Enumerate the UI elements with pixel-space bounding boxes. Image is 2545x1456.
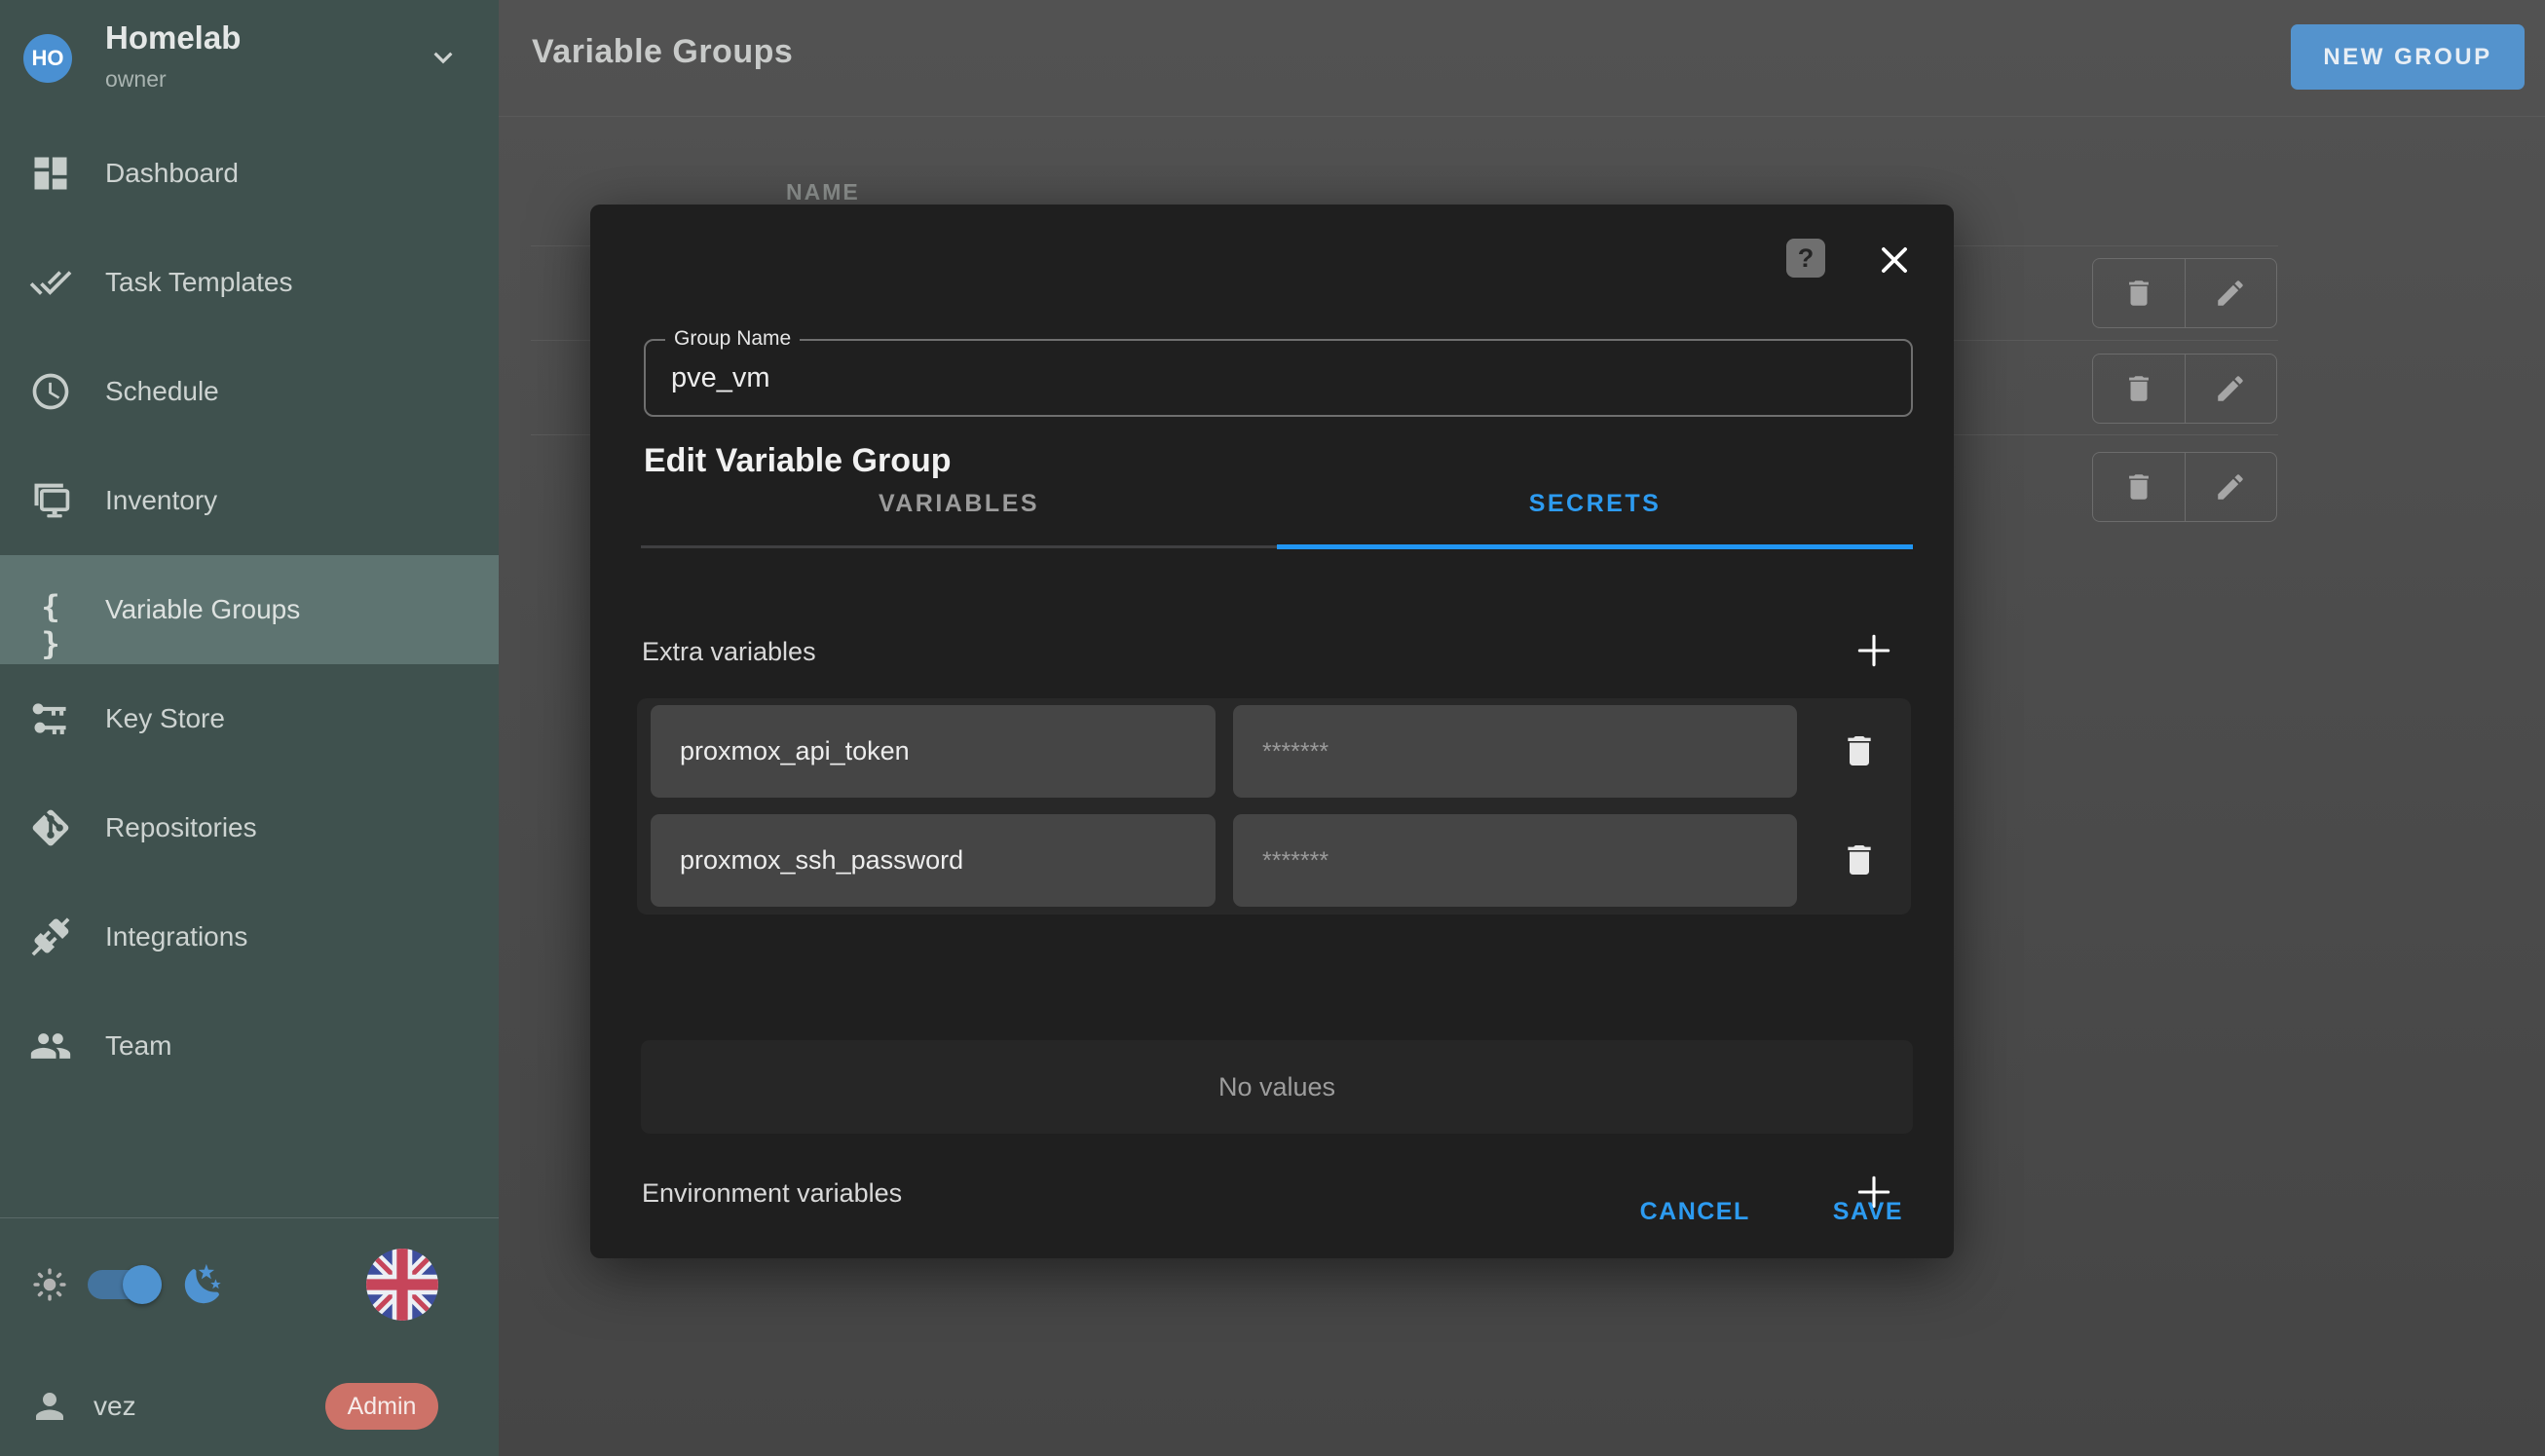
double-check-icon — [29, 261, 72, 304]
admin-role-badge: Admin — [325, 1383, 438, 1430]
help-button[interactable]: ? — [1786, 239, 1825, 278]
tab-secrets[interactable]: SECRETS — [1277, 462, 1913, 545]
sidebar-item-key-store[interactable]: Key Store — [0, 664, 499, 773]
sidebar-footer-divider — [0, 1217, 499, 1218]
keys-icon — [29, 697, 72, 740]
table-row-actions — [2092, 258, 2277, 328]
sidebar-item-label: Integrations — [105, 921, 247, 952]
theme-toggle-thumb[interactable] — [123, 1265, 162, 1304]
environment-empty-state: No values — [641, 1040, 1913, 1134]
sidebar-item-integrations[interactable]: Integrations — [0, 882, 499, 991]
sidebar-item-task-templates[interactable]: Task Templates — [0, 228, 499, 337]
close-icon[interactable] — [1876, 242, 1913, 279]
trash-icon — [2122, 372, 2155, 405]
dialog-tabs: VARIABLES SECRETS — [641, 462, 1913, 545]
sidebar-item-label: Repositories — [105, 812, 257, 843]
page-header: Variable Groups NEW GROUP — [499, 0, 2545, 117]
delete-group-button[interactable] — [2093, 453, 2186, 521]
trash-icon — [2122, 470, 2155, 504]
git-icon — [29, 806, 72, 849]
question-mark-icon: ? — [1798, 243, 1815, 274]
delete-secret-button[interactable] — [1840, 840, 1879, 879]
user-row[interactable]: vez Admin — [29, 1379, 469, 1434]
sidebar-item-label: Variable Groups — [105, 594, 300, 625]
sidebar-menu: Dashboard Task Templates Schedule Invent… — [0, 119, 499, 1101]
language-flag-uk[interactable] — [366, 1249, 438, 1321]
edit-group-button[interactable] — [2186, 259, 2277, 327]
sidebar: HO Homelab owner Dashboard Task Template… — [0, 0, 499, 1456]
group-name-field: Group Name — [644, 339, 1913, 417]
table-row-actions — [2092, 354, 2277, 424]
sidebar-item-team[interactable]: Team — [0, 991, 499, 1101]
add-extra-variable-button[interactable] — [1853, 629, 1895, 672]
dashboard-icon — [29, 152, 72, 195]
edit-group-button[interactable] — [2186, 453, 2277, 521]
secret-name-input[interactable] — [651, 814, 1216, 907]
project-role: owner — [105, 66, 167, 93]
sidebar-item-label: Dashboard — [105, 158, 239, 189]
project-switcher[interactable]: HO Homelab owner — [0, 0, 499, 119]
pencil-icon — [2214, 277, 2247, 310]
table-row-actions — [2092, 452, 2277, 522]
project-avatar: HO — [23, 34, 72, 83]
sidebar-item-label: Task Templates — [105, 267, 292, 298]
sidebar-item-label: Team — [105, 1030, 171, 1062]
edit-group-button[interactable] — [2186, 355, 2277, 423]
tab-variables[interactable]: VARIABLES — [641, 462, 1277, 545]
project-name: Homelab — [105, 19, 241, 56]
delete-group-button[interactable] — [2093, 259, 2186, 327]
sidebar-item-inventory[interactable]: Inventory — [0, 446, 499, 555]
plug-icon — [29, 915, 72, 958]
group-name-input[interactable] — [646, 341, 1911, 415]
sidebar-item-label: Key Store — [105, 703, 225, 734]
project-initials: HO — [32, 46, 64, 71]
theme-row — [29, 1256, 469, 1313]
sidebar-item-variable-groups[interactable]: { } Variable Groups — [0, 555, 499, 664]
moon-stars-icon — [181, 1262, 226, 1307]
save-button[interactable]: SAVE — [1833, 1198, 1903, 1226]
sidebar-item-label: Inventory — [105, 485, 217, 516]
trash-icon — [2122, 277, 2155, 310]
sun-icon — [29, 1264, 70, 1305]
person-icon — [29, 1386, 70, 1427]
cancel-button[interactable]: CANCEL — [1640, 1198, 1750, 1226]
username: vez — [94, 1391, 136, 1422]
sidebar-item-schedule[interactable]: Schedule — [0, 337, 499, 446]
curly-braces-icon: { } — [29, 588, 72, 631]
tab-track — [641, 545, 1277, 548]
delete-secret-button[interactable] — [1840, 731, 1879, 770]
clock-icon — [29, 370, 72, 413]
pencil-icon — [2214, 470, 2247, 504]
sidebar-item-label: Schedule — [105, 376, 219, 407]
no-values-text: No values — [1218, 1072, 1335, 1102]
column-header-name: NAME — [786, 179, 860, 205]
sidebar-item-repositories[interactable]: Repositories — [0, 773, 499, 882]
secret-value-input[interactable] — [1233, 705, 1797, 798]
secret-name-input[interactable] — [651, 705, 1216, 798]
environment-variables-label: Environment variables — [642, 1178, 902, 1209]
chevron-down-icon — [425, 39, 462, 76]
page-title: Variable Groups — [532, 33, 793, 71]
sidebar-item-dashboard[interactable]: Dashboard — [0, 119, 499, 228]
secret-value-input[interactable] — [1233, 814, 1797, 907]
theme-toggle[interactable] — [88, 1270, 162, 1299]
new-group-button[interactable]: NEW GROUP — [2291, 24, 2525, 90]
people-icon — [29, 1025, 72, 1067]
dialog-actions: CANCEL SAVE — [1640, 1190, 1903, 1233]
delete-group-button[interactable] — [2093, 355, 2186, 423]
monitor-icon — [29, 479, 72, 522]
active-tab-indicator — [1277, 544, 1913, 549]
extra-variables-label: Extra variables — [642, 637, 816, 667]
pencil-icon — [2214, 372, 2247, 405]
edit-variable-group-dialog: Edit Variable Group ? Group Name VARIABL… — [590, 205, 1954, 1258]
